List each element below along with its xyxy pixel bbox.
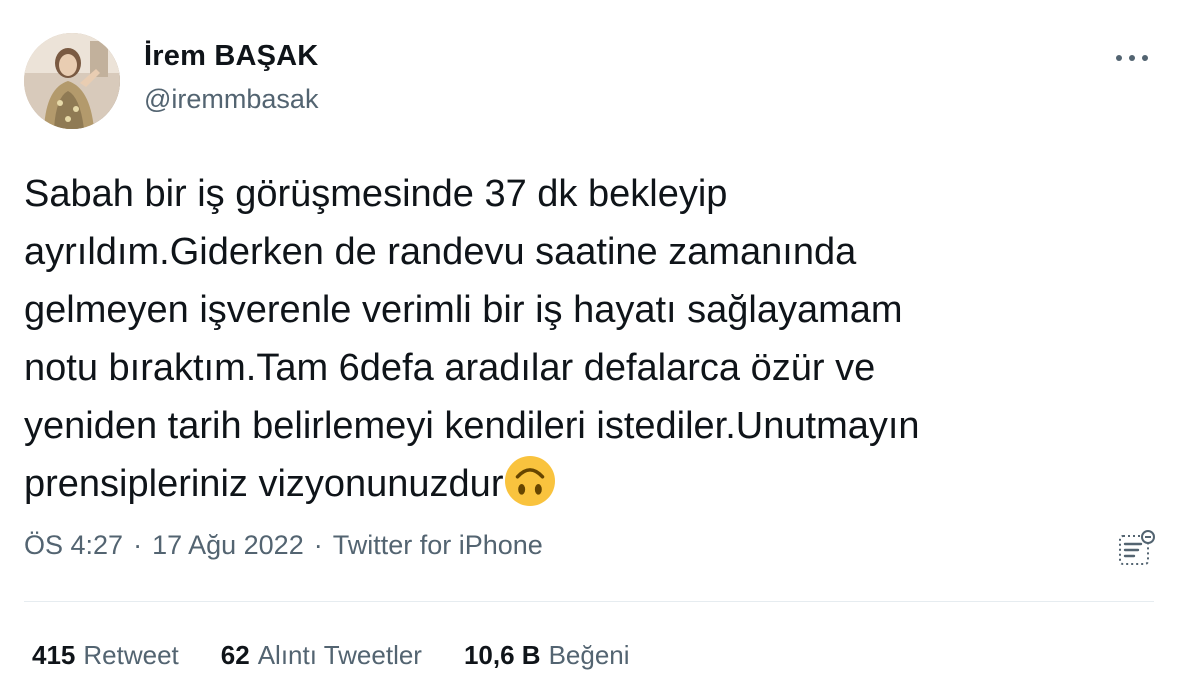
quotes-stat[interactable]: 62 Alıntı Tweetler xyxy=(221,640,422,671)
tweet-date[interactable]: 17 Ağu 2022 xyxy=(152,530,304,561)
avatar[interactable] xyxy=(24,33,120,129)
tweet-text-line: ayrıldım.Giderken de randevu saatine zam… xyxy=(24,231,857,273)
likes-count: 10,6 B xyxy=(463,640,541,670)
retweets-count: 415 xyxy=(32,640,76,670)
tweet-source[interactable]: Twitter for iPhone xyxy=(333,530,543,561)
tweet-text-line: Sabah bir iş görüşmesinde 37 dk bekleyip xyxy=(24,173,728,215)
tweet-card: İrem BAŞAK @iremmbasak Sabah bir iş görü… xyxy=(0,0,1178,690)
tweet-text-line: yeniden tarih belirlemeyi kendileri iste… xyxy=(24,405,920,447)
user-handle[interactable]: @iremmbasak xyxy=(144,84,318,115)
tweet-time[interactable]: ÖS 4:27 xyxy=(24,530,123,561)
meta-separator: · xyxy=(313,530,323,560)
more-horizontal-icon-dot xyxy=(1142,55,1148,61)
more-horizontal-icon xyxy=(1116,55,1122,61)
more-horizontal-icon-dot xyxy=(1129,55,1135,61)
tweet-text-line: gelmeyen işverenle verimli bir iş hayatı… xyxy=(24,289,903,331)
quotes-label: Alıntı Tweetler xyxy=(257,640,422,670)
quotes-count: 62 xyxy=(220,640,250,670)
tweet-text: Sabah bir iş görüşmesinde 37 dk bekleyip… xyxy=(24,165,1144,513)
likes-stat[interactable]: 10,6 B Beğeni xyxy=(464,640,630,671)
upside-down-face-emoji xyxy=(505,456,556,506)
tweet-text-line: notu bıraktım.Tam 6defa aradılar defalar… xyxy=(24,347,876,389)
profile-photo xyxy=(24,33,120,129)
display-name[interactable]: İrem BAŞAK xyxy=(144,40,318,73)
retweets-stat[interactable]: 415 Retweet xyxy=(32,640,179,671)
tweet-stats: 415 Retweet 62 Alıntı Tweetler 10,6 B Be… xyxy=(32,640,630,671)
retweets-label: Retweet xyxy=(83,640,179,670)
likes-label: Beğeni xyxy=(548,640,630,670)
divider xyxy=(24,601,1154,602)
meta-separator: · xyxy=(133,530,143,560)
analytics-icon[interactable] xyxy=(1116,528,1158,570)
tweet-text-line: prensipleriniz vizyonunuzdur xyxy=(24,463,504,505)
tweet-meta: ÖS 4:27 · 17 Ağu 2022 · Twitter for iPho… xyxy=(24,530,543,561)
more-options-button[interactable] xyxy=(1112,44,1152,72)
